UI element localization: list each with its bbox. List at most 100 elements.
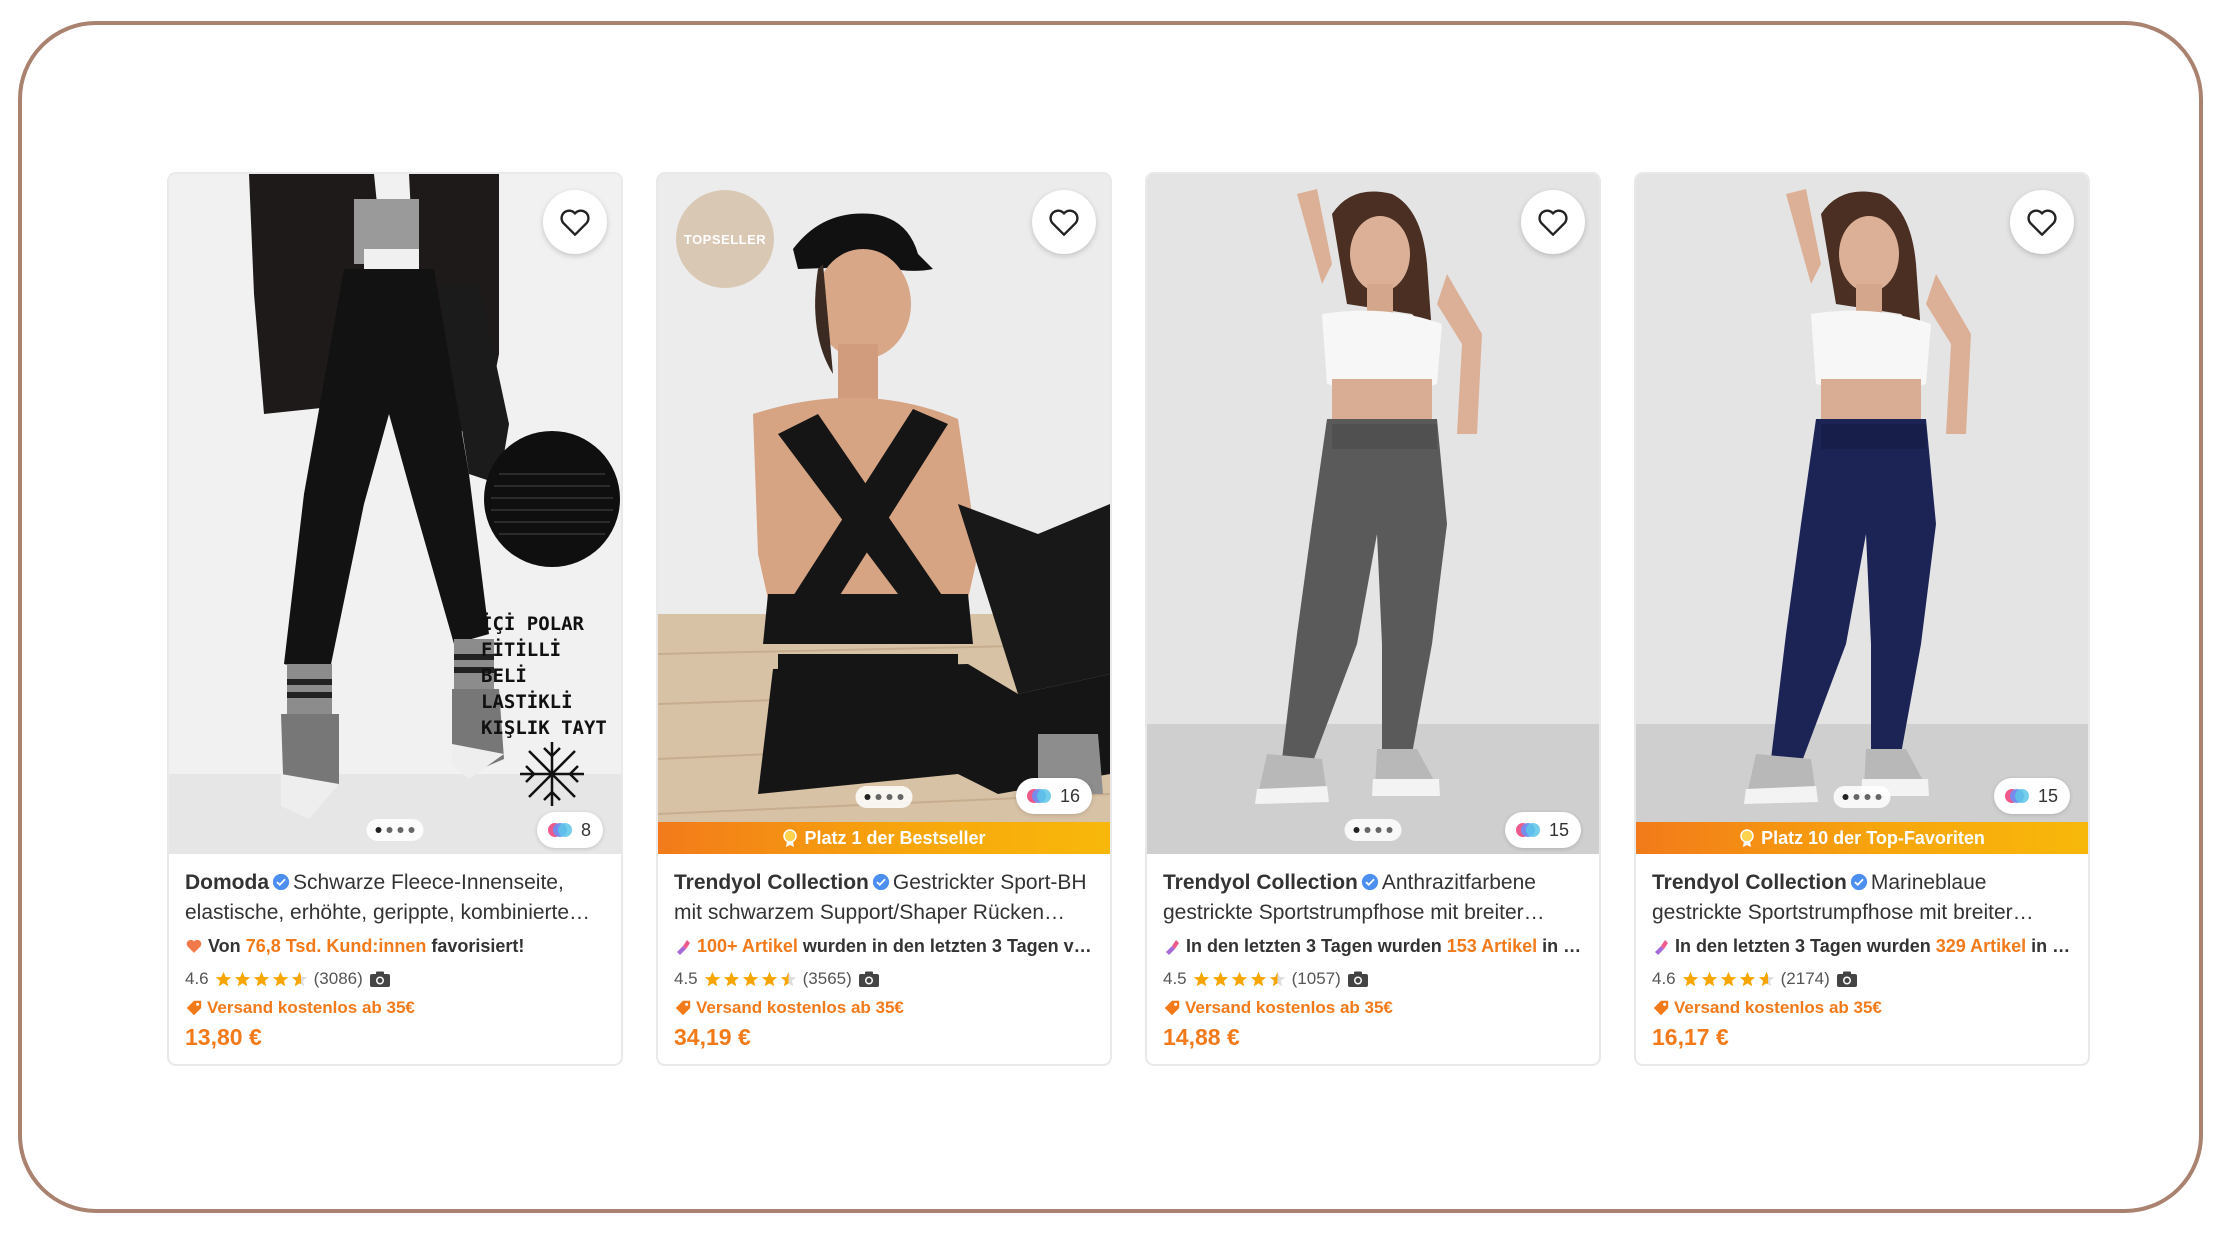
star-half-icon — [1758, 971, 1774, 986]
price: 14,88 € — [1163, 1024, 1240, 1050]
color-palette-icon — [1515, 823, 1540, 837]
favorite-button[interactable] — [1032, 190, 1096, 254]
lipstick-icon — [1655, 940, 1668, 955]
lipstick-icon — [1166, 940, 1179, 955]
promo-highlight: 76,8 Tsd. Kund:innen — [245, 936, 427, 956]
star-icon — [742, 971, 758, 986]
shipping-text: Versand kostenlos ab 35€ — [1674, 998, 1882, 1017]
color-variants-badge[interactable]: 8 — [536, 812, 603, 848]
favorite-button[interactable] — [2010, 190, 2074, 254]
shipping-text: Versand kostenlos ab 35€ — [696, 998, 904, 1017]
color-count: 16 — [1059, 785, 1080, 806]
star-rating — [1193, 971, 1286, 988]
price: 13,80 € — [185, 1024, 262, 1050]
star-rating — [215, 971, 308, 988]
promo-text: Von — [208, 936, 246, 956]
camera-icon — [369, 971, 390, 987]
promo-text: In den letzten 3 Tagen wurden — [1675, 936, 1936, 956]
free-shipping-label: Versand kostenlos ab 35€ — [1652, 996, 2074, 1020]
verified-icon — [1850, 873, 1867, 891]
color-variants-badge[interactable]: 15 — [1993, 778, 2070, 814]
review-count: (1057) — [1291, 969, 1341, 988]
lipstick-icon — [677, 940, 690, 955]
medal-icon — [1740, 829, 1754, 847]
star-icon — [1720, 971, 1736, 986]
tag-icon — [675, 1000, 691, 1016]
rating-row[interactable]: 4.5 (1057) — [1163, 966, 1585, 992]
brand-name: Trendyol Collection — [674, 871, 869, 894]
price: 34,19 € — [674, 1024, 751, 1050]
rating-row[interactable]: 4.6 (3086) — [185, 966, 607, 992]
promo-text: favorisiert! — [426, 936, 525, 956]
review-count: (3565) — [802, 969, 852, 988]
price: 16,17 € — [1652, 1024, 1729, 1050]
product-card[interactable]: İÇİ POLAR FİTİLLİ BELİ LASTİKLİ KIŞLIK T… — [167, 172, 623, 1066]
heart-outline-icon — [1049, 209, 1079, 236]
product-card[interactable]: 15 Trendyol Collection Anthrazitfarbene g… — [1145, 172, 1601, 1066]
color-count: 8 — [580, 819, 591, 840]
social-proof: In den letzten 3 Tagen wurden 153 Artike… — [1163, 936, 1585, 962]
promo-text: wurden in den letzten 3 Tagen v… — [797, 936, 1092, 956]
social-proof: 100+ Artikel wurden in den letzten 3 Tag… — [674, 936, 1096, 962]
heart-outline-icon — [1538, 209, 1568, 236]
rating-row[interactable]: 4.6 (2174) — [1652, 966, 2074, 992]
rating-row[interactable]: 4.5 (3565) — [674, 966, 1096, 992]
review-count: (3086) — [313, 969, 363, 988]
favorite-button[interactable] — [1521, 190, 1585, 254]
color-variants-badge[interactable]: 15 — [1504, 812, 1581, 848]
product-image[interactable]: İÇİ POLAR FİTİLLİ BELİ LASTİKLİ KIŞLIK T… — [169, 174, 621, 854]
star-icon — [1701, 971, 1717, 986]
color-palette-icon — [547, 823, 572, 837]
product-title[interactable]: Trendyol Collection Anthrazitfarbene gest… — [1163, 868, 1585, 928]
social-proof: Von 76,8 Tsd. Kund:innen favorisiert! — [185, 936, 607, 962]
ribbon-text: Platz 10 der Top-Favoriten — [1761, 827, 1985, 848]
heart-outline-icon — [2027, 209, 2057, 236]
image-carousel-dots[interactable] — [1833, 786, 1891, 808]
product-card[interactable]: 15 Platz 10 der Top-Favoriten Trendyol C… — [1634, 172, 2090, 1066]
star-icon — [1231, 971, 1247, 986]
top-favorites-ribbon: Platz 10 der Top-Favoriten — [1636, 822, 2088, 854]
favorite-button[interactable] — [543, 190, 607, 254]
rating-value: 4.5 — [1163, 969, 1187, 988]
topseller-badge: TOPSELLER — [676, 190, 774, 288]
product-image[interactable]: 15 — [1147, 174, 1599, 854]
star-half-icon — [1269, 971, 1285, 986]
bestseller-ribbon: Platz 1 der Bestseller — [658, 822, 1110, 854]
brand-name: Domoda — [185, 871, 269, 894]
image-caption-line: KIŞLIK TAYT — [481, 717, 607, 739]
tag-icon — [1653, 1000, 1669, 1016]
star-icon — [272, 971, 288, 986]
product-title[interactable]: Domoda Schwarze Fleece-Innenseite, elasti… — [185, 868, 607, 928]
verified-icon — [872, 873, 889, 891]
color-variants-badge[interactable]: 16 — [1015, 778, 1092, 814]
promo-highlight: 153 Artikel — [1446, 936, 1538, 956]
shipping-text: Versand kostenlos ab 35€ — [1185, 998, 1393, 1017]
color-count: 15 — [2037, 785, 2058, 806]
free-shipping-label: Versand kostenlos ab 35€ — [674, 996, 1096, 1020]
image-caption-line: FİTİLLİ — [481, 637, 561, 661]
rating-value: 4.5 — [674, 969, 698, 988]
image-carousel-dots[interactable] — [1344, 819, 1402, 841]
product-title[interactable]: Trendyol Collection Gestrickter Sport-BH … — [674, 868, 1096, 928]
promo-text: in … — [2026, 936, 2071, 956]
product-image[interactable]: 15 Platz 10 der Top-Favoriten — [1636, 174, 2088, 854]
brand-name: Trendyol Collection — [1163, 871, 1358, 894]
heart-icon — [186, 939, 202, 953]
star-half-icon — [291, 971, 307, 986]
product-title[interactable]: Trendyol Collection Marineblaue gestrickt… — [1652, 868, 2074, 928]
product-card[interactable]: TOPSELLER 16 Platz 1 der Bestseller Tren… — [656, 172, 1112, 1066]
image-carousel-dots[interactable] — [366, 819, 424, 841]
image-carousel-dots[interactable] — [855, 786, 913, 808]
promo-text: In den letzten 3 Tagen wurden — [1186, 936, 1447, 956]
star-icon — [1739, 971, 1755, 986]
star-icon — [234, 971, 250, 986]
medal-icon — [783, 829, 798, 847]
social-proof: In den letzten 3 Tagen wurden 329 Artike… — [1652, 936, 2074, 962]
ribbon-text: Platz 1 der Bestseller — [804, 827, 986, 848]
product-image[interactable]: TOPSELLER 16 Platz 1 der Bestseller — [658, 174, 1110, 854]
tag-icon — [1164, 1000, 1180, 1016]
star-icon — [253, 971, 269, 986]
color-palette-icon — [2004, 789, 2029, 803]
star-icon — [723, 971, 739, 986]
camera-icon — [858, 971, 879, 987]
